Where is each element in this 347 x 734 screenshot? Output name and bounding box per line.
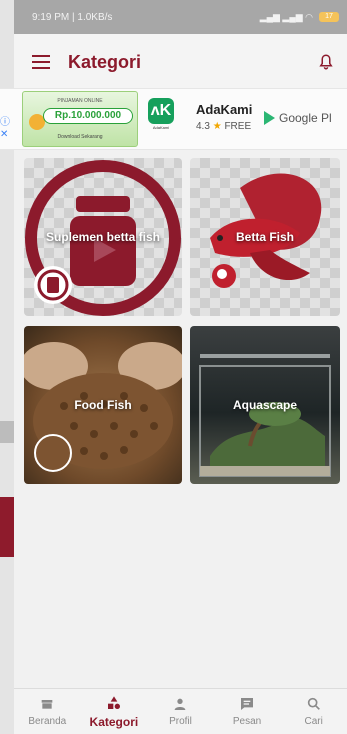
nav-profil[interactable]: Profil <box>147 689 214 734</box>
status-time: 9:19 PM | 1.0KB/s <box>32 11 113 23</box>
category-label: Suplemen betta fish <box>45 230 161 244</box>
store-icon <box>41 700 53 709</box>
rating-value: 4.3 <box>196 121 210 132</box>
signal-icon: ▂▄▆ ▂▄▆ ◠ <box>259 11 313 22</box>
ad-banner[interactable]: ⓘ ✕ PINJAMAN ONLINE Rp.10.000.000 Downloa… <box>0 88 347 150</box>
ad-image[interactable]: PINJAMAN ONLINE Rp.10.000.000 Download S… <box>22 91 138 147</box>
side-edge <box>0 421 14 443</box>
price-label: FREE <box>224 121 252 132</box>
category-grid: Suplemen betta fish Betta Fish Food Fish… <box>24 158 340 484</box>
category-label: Food Fish <box>74 398 132 412</box>
ad-banner-foot: Download Sekarang <box>57 134 103 140</box>
message-icon <box>241 698 254 710</box>
nav-label: Cari <box>304 716 323 727</box>
category-card-betta[interactable]: Betta Fish <box>190 158 340 316</box>
app-logo-caption: AdaKami <box>152 125 170 130</box>
category-card-suplemen[interactable]: Suplemen betta fish <box>24 158 182 316</box>
bottom-nav: Beranda Kategori Profil Pesan Cari <box>14 688 347 734</box>
ad-banner-amount: Rp.10.000.000 <box>43 108 133 124</box>
star-icon: ★ <box>212 121 222 132</box>
nav-beranda[interactable]: Beranda <box>14 689 81 734</box>
nav-pesan[interactable]: Pesan <box>214 689 281 734</box>
status-icons: ▂▄▆ ▂▄▆ ◠ 17 <box>260 12 339 23</box>
ad-banner-heading: PINJAMAN ONLINE <box>57 98 103 104</box>
battery-icon: 17 <box>319 12 339 22</box>
app-logo-icon[interactable]: ᴧK <box>148 98 174 124</box>
nav-label: Profil <box>169 716 192 727</box>
nav-kategori[interactable]: Kategori <box>81 689 148 734</box>
category-card-food[interactable]: Food Fish <box>24 326 182 484</box>
ad-rating: 4.3 ★ FREE <box>196 121 251 132</box>
store-label: Google Pl <box>279 111 332 125</box>
suplemen-badge <box>34 266 72 304</box>
person-icon <box>175 698 186 710</box>
nav-cari[interactable]: Cari <box>280 689 347 734</box>
nav-label: Beranda <box>28 716 67 727</box>
nav-label: Pesan <box>232 716 262 727</box>
nav-label: Kategori <box>89 714 139 729</box>
category-card-aquascape[interactable]: Aquascape <box>190 326 340 484</box>
shapes-icon <box>107 695 120 709</box>
food-badge <box>34 434 72 472</box>
side-thumbnail <box>0 497 14 557</box>
ad-info-icon[interactable]: ⓘ ✕ <box>0 117 10 141</box>
google-play-button[interactable]: Google Pl <box>264 111 332 125</box>
search-icon <box>307 697 320 710</box>
category-label: Betta Fish <box>235 230 294 244</box>
status-bar: 9:19 PM | 1.0KB/s ▂▄▆ ▂▄▆ ◠ 17 <box>14 0 347 34</box>
bell-icon[interactable] <box>317 53 335 71</box>
menu-icon[interactable] <box>32 55 50 69</box>
category-label: Aquascape <box>232 398 298 412</box>
google-play-icon <box>264 111 275 125</box>
app-bar: Kategori <box>14 34 347 90</box>
page-title: Kategori <box>68 51 142 72</box>
ad-app-name[interactable]: AdaKami <box>196 102 252 117</box>
